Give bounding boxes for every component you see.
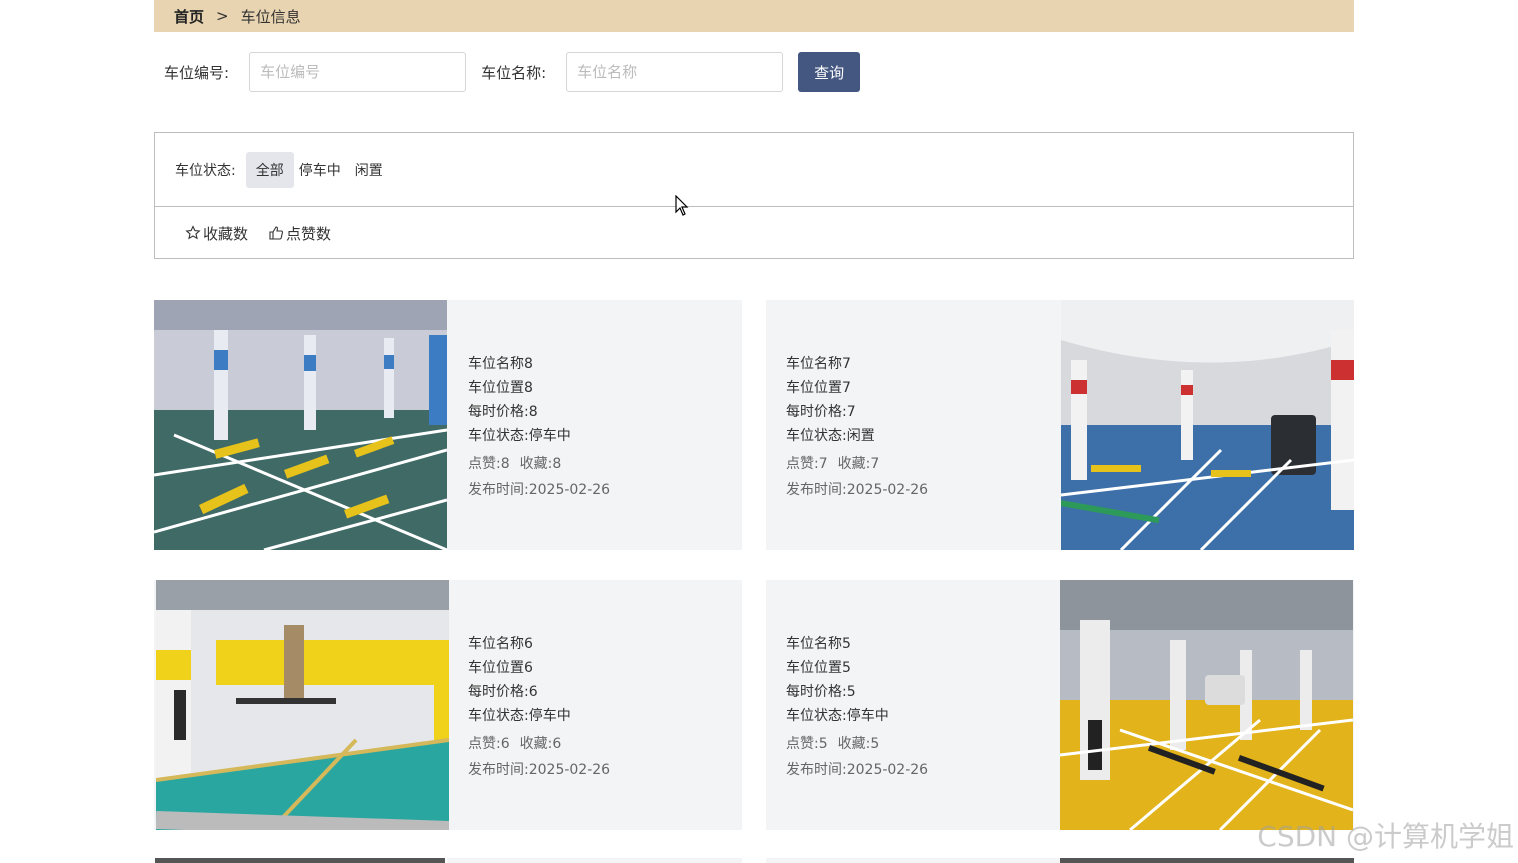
parking-photo: [1061, 300, 1354, 550]
parking-price: 每时价格:8: [468, 404, 538, 420]
filter-option-idle[interactable]: 闲置: [350, 152, 388, 188]
publish-time: 发布时间:2025-02-26: [468, 762, 611, 778]
favorite-count: 收藏:5: [837, 736, 880, 752]
sort-likes[interactable]: 点赞数: [268, 223, 331, 244]
search-bar: 车位编号: 车位名称: 查询: [154, 52, 861, 92]
parking-info: 车位名称7 车位位置7 每时价格:7 车位状态:闲置 点赞:7 收藏:7 发布时间…: [786, 352, 928, 503]
name-label: 车位名称:: [481, 63, 547, 82]
breadcrumb: 首页 > 车位信息: [154, 0, 1354, 32]
favorite-count: 收藏:7: [837, 456, 880, 472]
parking-name: 车位名称7: [786, 356, 851, 372]
filter-panel: 车位状态: 全部 停车中 闲置 收藏数 点赞数: [154, 132, 1354, 259]
status-filter-row: 车位状态: 全部 停车中 闲置: [155, 133, 1353, 207]
parking-card[interactable]: 车位名称6 车位位置6 每时价格:6 车位状态:停车中 点赞:6 收藏:6 发布时…: [154, 580, 742, 830]
number-label: 车位编号:: [164, 63, 230, 82]
sort-row: 收藏数 点赞数: [155, 207, 1353, 259]
parking-card[interactable]: 车位名称5 车位位置5 每时价格:5 车位状态:停车中 点赞:5 收藏:5 发布时…: [766, 580, 1354, 830]
parking-card[interactable]: 车位名称7 车位位置7 每时价格:7 车位状态:闲置 点赞:7 收藏:7 发布时间…: [766, 300, 1354, 550]
filter-option-parking[interactable]: 停车中: [294, 152, 346, 188]
parking-info: 车位名称6 车位位置6 每时价格:6 车位状态:停车中 点赞:6 收藏:6 发布时…: [468, 632, 610, 783]
parking-name: 车位名称6: [468, 636, 533, 652]
star-icon: [185, 225, 201, 240]
sort-favorites-label: 收藏数: [203, 224, 249, 243]
like-count: 点赞:5: [786, 736, 828, 752]
next-card-info-edge: [447, 858, 742, 863]
parking-status: 车位状态:停车中: [468, 708, 571, 724]
breadcrumb-home[interactable]: 首页: [174, 6, 204, 27]
parking-info: 车位名称8 车位位置8 每时价格:8 车位状态:停车中 点赞:8 收藏:8 发布时…: [468, 352, 610, 503]
parking-status: 车位状态:闲置: [786, 428, 875, 444]
mouse-cursor-icon: [675, 195, 689, 216]
parking-status: 车位状态:停车中: [786, 708, 889, 724]
status-filter-label: 车位状态:: [175, 162, 236, 179]
parking-price: 每时价格:5: [786, 684, 856, 700]
watermark: CSDN @计算机学姐: [1257, 820, 1514, 853]
thumbs-up-icon: [269, 226, 284, 240]
parking-name: 车位名称5: [786, 636, 851, 652]
parking-photo: [154, 300, 447, 550]
parking-location: 车位位置8: [468, 380, 533, 396]
parking-photo: [156, 580, 449, 830]
filter-option-all[interactable]: 全部: [245, 151, 294, 188]
parking-location: 车位位置7: [786, 380, 851, 396]
parking-stats: 点赞:5 收藏:5: [786, 731, 928, 757]
publish-time: 发布时间:2025-02-26: [786, 482, 929, 498]
parking-status: 车位状态:停车中: [468, 428, 571, 444]
parking-location: 车位位置6: [468, 660, 533, 676]
like-count: 点赞:7: [786, 456, 828, 472]
next-card-info-edge: [766, 858, 1060, 863]
search-button[interactable]: 查询: [798, 52, 861, 92]
parking-price: 每时价格:7: [786, 404, 856, 420]
next-card-photo-edge: [1060, 858, 1354, 863]
parking-info: 车位名称5 车位位置5 每时价格:5 车位状态:停车中 点赞:5 收藏:5 发布时…: [786, 632, 928, 783]
parking-stats: 点赞:8 收藏:8: [468, 451, 610, 477]
breadcrumb-separator: >: [216, 7, 229, 25]
parking-location: 车位位置5: [786, 660, 851, 676]
breadcrumb-current: 车位信息: [240, 7, 301, 26]
sort-favorites[interactable]: 收藏数: [185, 223, 248, 244]
parking-card[interactable]: 车位名称8 车位位置8 每时价格:8 车位状态:停车中 点赞:8 收藏:8 发布时…: [154, 300, 742, 550]
page-container: 首页 > 车位信息 车位编号: 车位名称: 查询 车位状态: 全部 停车中 闲置…: [154, 0, 1354, 830]
parking-photo: [1060, 580, 1353, 830]
name-input[interactable]: [566, 52, 784, 92]
parking-price: 每时价格:6: [468, 684, 538, 700]
parking-name: 车位名称8: [468, 356, 533, 372]
publish-time: 发布时间:2025-02-26: [786, 762, 929, 778]
like-count: 点赞:6: [468, 736, 510, 752]
like-count: 点赞:8: [468, 456, 510, 472]
parking-stats: 点赞:6 收藏:6: [468, 731, 610, 757]
publish-time: 发布时间:2025-02-26: [468, 482, 611, 498]
favorite-count: 收藏:8: [519, 456, 562, 472]
favorite-count: 收藏:6: [519, 736, 562, 752]
next-card-photo-edge: [155, 858, 445, 863]
number-input[interactable]: [249, 52, 467, 92]
parking-stats: 点赞:7 收藏:7: [786, 451, 928, 477]
sort-likes-label: 点赞数: [286, 224, 332, 243]
